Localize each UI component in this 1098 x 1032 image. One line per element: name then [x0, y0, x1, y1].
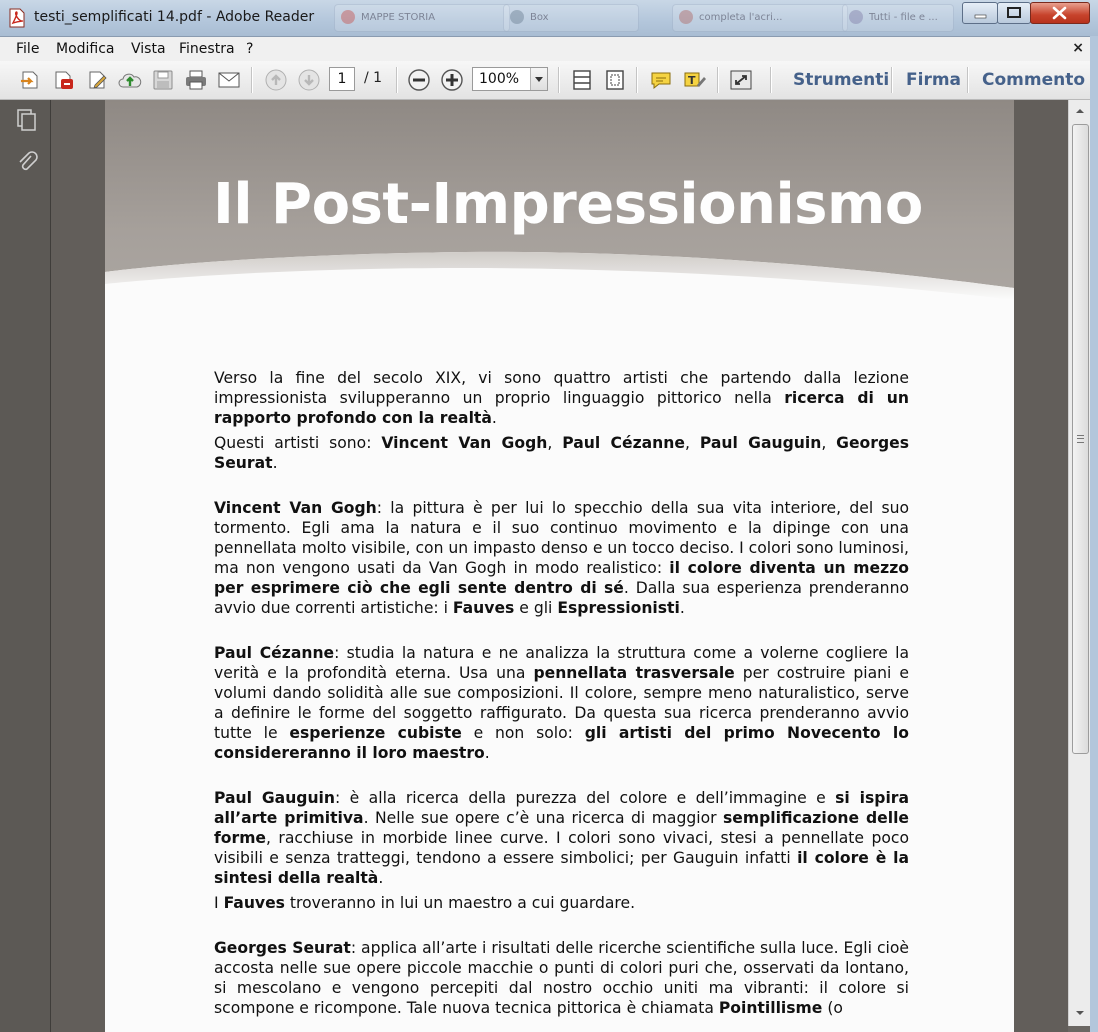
- menu-finestra[interactable]: Finestra: [179, 41, 235, 57]
- pdf-file-icon: [9, 8, 25, 28]
- toolbar-separator: [717, 67, 719, 93]
- background-tab: completa l'acri...: [672, 4, 848, 32]
- document-title: Il Post-Impressionismo: [213, 172, 923, 237]
- chevron-down-icon[interactable]: [530, 68, 547, 90]
- comment-button[interactable]: Commento: [982, 70, 1085, 90]
- background-tab: Tutti - file e ...: [842, 4, 954, 32]
- close-document-button[interactable]: ×: [1072, 40, 1084, 56]
- toolbar-separator: [636, 67, 638, 93]
- tab-icon: [679, 10, 693, 24]
- vertical-scrollbar[interactable]: [1068, 100, 1091, 1026]
- toolbar-separator: [770, 67, 772, 93]
- gauguin-paragraph: Paul Gauguin: è alla ricerca della purez…: [214, 789, 910, 887]
- scroll-grip-icon: [1077, 435, 1084, 443]
- comment-icon[interactable]: [649, 69, 673, 91]
- pdf-page: Il Post-Impressionismo Verso la fine del…: [105, 100, 1014, 1032]
- menu-help[interactable]: ?: [246, 41, 253, 57]
- page-thumbnails-icon[interactable]: [16, 108, 38, 132]
- upload-cloud-icon[interactable]: [118, 69, 142, 91]
- svg-text:T: T: [688, 74, 696, 87]
- page-number-input[interactable]: 1: [329, 67, 355, 91]
- tab-icon: [510, 10, 524, 24]
- van-gogh-paragraph: Vincent Van Gogh: la pittura è per lui l…: [214, 499, 909, 617]
- page-total: / 1: [364, 70, 383, 86]
- cezanne-paragraph: Paul Cézanne: studia la natura e ne anal…: [214, 644, 909, 762]
- intro-paragraph: Verso la fine del secolo XIX, vi sono qu…: [214, 369, 909, 427]
- fauves-paragraph: I Fauves troveranno in lui un maestro a …: [214, 894, 636, 912]
- seurat-paragraph: Georges Seurat: applica all’arte i risul…: [214, 939, 909, 1017]
- previous-page-icon[interactable]: [264, 69, 288, 91]
- maximize-icon: [1007, 7, 1021, 18]
- print-icon[interactable]: [184, 69, 208, 91]
- title-bar: testi_semplificati 14.pdf - Adobe Reader…: [0, 0, 1098, 37]
- toolbar: 1 / 1 100% T Strumenti Firma Commento: [0, 61, 1098, 100]
- window-frame: [1090, 36, 1098, 1032]
- window-title: testi_semplificati 14.pdf - Adobe Reader: [34, 9, 315, 25]
- close-icon: [1052, 6, 1067, 20]
- zoom-value: 100%: [479, 71, 520, 87]
- zoom-in-icon[interactable]: [440, 69, 464, 91]
- toolbar-separator: [967, 67, 969, 93]
- scroll-thumb[interactable]: [1072, 124, 1089, 754]
- tab-icon: [849, 10, 863, 24]
- artists-paragraph: Questi artisti sono: Vincent Van Gogh, P…: [214, 434, 909, 472]
- zoom-out-icon[interactable]: [407, 69, 431, 91]
- fit-width-icon[interactable]: [570, 69, 594, 91]
- background-tab: MAPPE STORIA: [334, 4, 510, 32]
- attachments-icon[interactable]: [16, 150, 38, 174]
- edit-pdf-icon[interactable]: [86, 69, 110, 91]
- fullscreen-icon[interactable]: [729, 69, 753, 91]
- zoom-select[interactable]: 100%: [472, 67, 548, 91]
- tools-button[interactable]: Strumenti: [793, 70, 889, 90]
- create-pdf-icon[interactable]: [52, 69, 76, 91]
- close-window-button[interactable]: [1030, 2, 1090, 24]
- maximize-button[interactable]: [997, 2, 1031, 24]
- minimize-icon: [974, 14, 987, 19]
- highlight-text-icon[interactable]: T: [683, 69, 707, 91]
- toolbar-separator: [251, 67, 253, 93]
- menu-vista[interactable]: Vista: [131, 41, 166, 57]
- background-tab: Box: [503, 4, 639, 32]
- menu-modifica[interactable]: Modifica: [56, 41, 115, 57]
- open-file-icon[interactable]: [19, 69, 43, 91]
- minimize-button[interactable]: [962, 2, 998, 24]
- tab-icon: [341, 10, 355, 24]
- document-body: Verso la fine del secolo XIX, vi sono qu…: [214, 368, 909, 1018]
- menu-file[interactable]: File: [16, 41, 39, 57]
- toolbar-separator: [891, 67, 893, 93]
- toolbar-separator: [396, 67, 398, 93]
- save-icon[interactable]: [151, 69, 175, 91]
- email-icon[interactable]: [217, 69, 241, 91]
- menu-bar: File Modifica Vista Finestra ? ×: [0, 37, 1098, 62]
- fit-page-icon[interactable]: [603, 69, 627, 91]
- scroll-down-arrow-icon[interactable]: [1069, 1004, 1091, 1022]
- scroll-up-arrow-icon[interactable]: [1069, 102, 1091, 120]
- toolbar-separator: [558, 67, 560, 93]
- navigation-pane: [0, 100, 51, 1032]
- sign-button[interactable]: Firma: [906, 70, 961, 90]
- next-page-icon[interactable]: [297, 69, 321, 91]
